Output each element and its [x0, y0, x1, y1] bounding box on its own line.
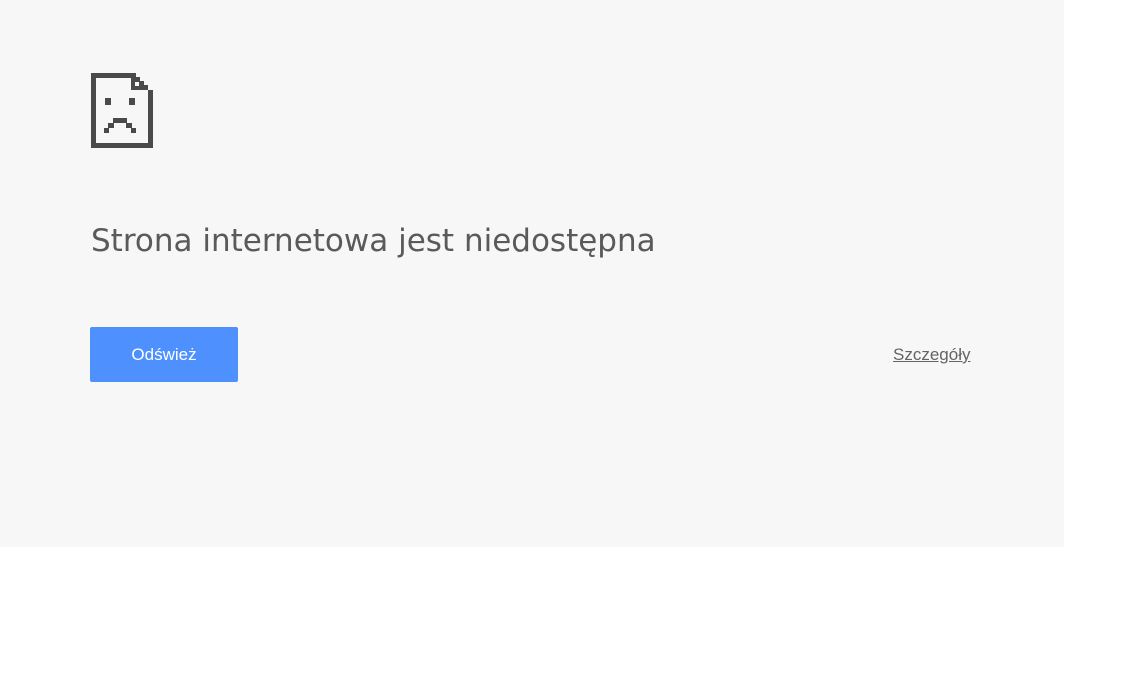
error-heading: Strona internetowa jest niedostępna	[91, 223, 656, 259]
details-link[interactable]: Szczegóły	[893, 342, 970, 368]
error-page: Strona internetowa jest niedostępna Odśw…	[0, 0, 1064, 547]
reload-button[interactable]: Odśwież	[90, 327, 238, 382]
sad-page-icon	[91, 73, 153, 148]
